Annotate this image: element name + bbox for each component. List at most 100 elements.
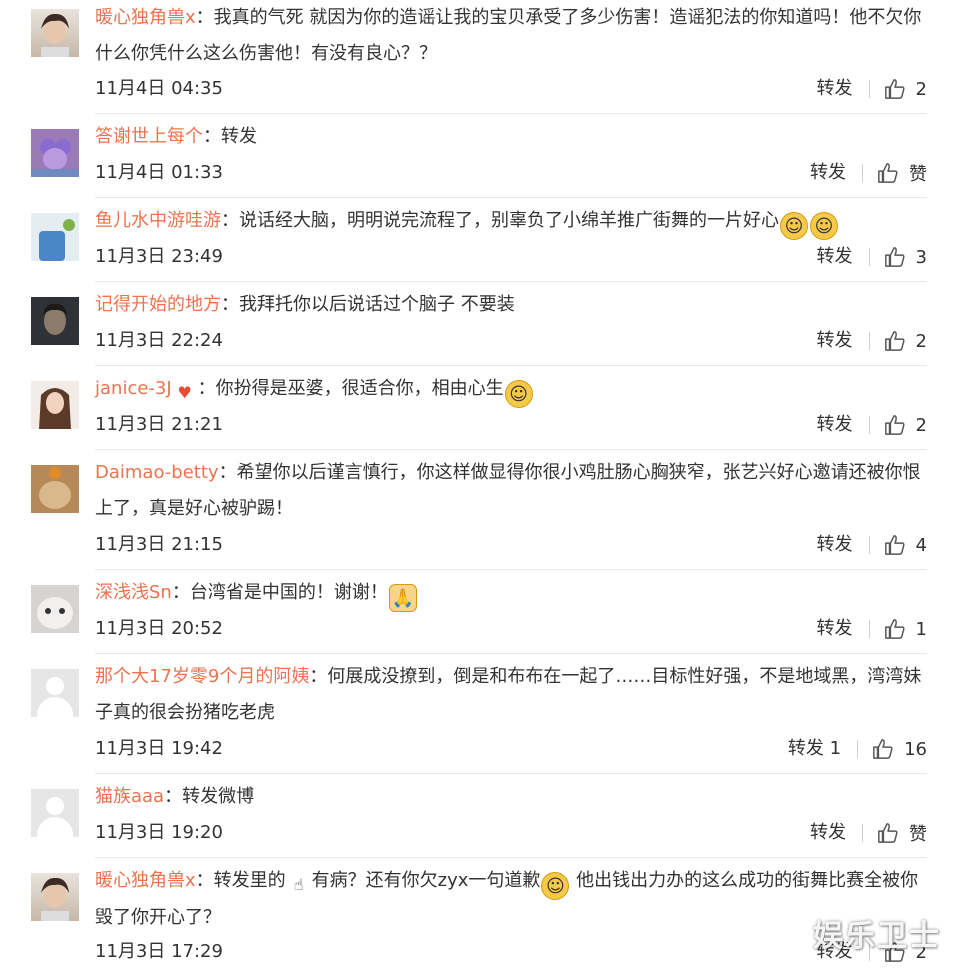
comment-actions: 转发 2: [817, 411, 927, 439]
colon: ：: [171, 582, 190, 603]
username-link[interactable]: janice-3J: [95, 378, 172, 399]
avatar[interactable]: [31, 465, 79, 513]
username-link[interactable]: 猫族aaa: [95, 786, 164, 807]
like-button[interactable]: 16: [872, 738, 927, 760]
action-separator: [868, 332, 870, 350]
like-button[interactable]: 赞: [877, 820, 927, 846]
action-separator: [868, 536, 870, 554]
like-count: 2: [915, 78, 927, 100]
like-button[interactable]: 4: [884, 534, 927, 556]
timestamp: 11月3日 21:15: [95, 534, 223, 555]
username-link[interactable]: 鱼儿水中游哇游: [95, 210, 221, 231]
divider: [95, 365, 927, 366]
timestamp: 11月3日 22:24: [95, 330, 223, 351]
forward-button[interactable]: 转发 1: [788, 735, 841, 763]
username-link[interactable]: 深浅浅Sn: [95, 582, 172, 603]
username-link[interactable]: 记得开始的地方: [95, 294, 221, 315]
heart-hands-icon: ♥: [177, 383, 192, 402]
thumbs-up-icon: [884, 331, 905, 351]
avatar-photo: [39, 388, 71, 429]
comment-text: 答谢世上每个：转发: [95, 119, 930, 155]
forward-button[interactable]: 转发: [817, 531, 853, 559]
avatar[interactable]: [31, 9, 79, 57]
avatar[interactable]: [31, 585, 79, 633]
like-button[interactable]: 2: [884, 414, 927, 436]
smile-emoji: ☺: [810, 212, 838, 240]
like-button[interactable]: 1: [884, 618, 927, 640]
forward-button[interactable]: 转发: [817, 327, 853, 355]
comment-actions: 转发 赞: [810, 159, 927, 187]
pray-emoji: 🙏: [388, 584, 417, 612]
divider: [95, 449, 927, 450]
comment-text: 鱼儿水中游哇游：说话经大脑，明明说完流程了，别辜负了小绵羊推广街舞的一片好心 ☺ ☺: [95, 203, 930, 240]
pointing-hand-emoji: ☝: [293, 875, 304, 894]
timestamp: 11月3日 17:29: [95, 941, 223, 962]
thumbs-up-icon: [884, 619, 905, 639]
like-count: 16: [904, 738, 927, 760]
action-separator: [857, 740, 859, 758]
avatar-default[interactable]: [31, 789, 79, 837]
comment-meta: 11月3日 23:49 转发 3: [95, 243, 927, 271]
thumbs-up-icon: [884, 247, 905, 267]
colon: ：: [203, 126, 221, 147]
comment-text: janice-3J ♥ ：你扮得是巫婆，很适合你，相由心生 ☺: [95, 371, 930, 408]
comment-meta: 11月3日 21:21 转发 2: [95, 411, 927, 439]
like-button[interactable]: 2: [884, 78, 927, 100]
comment-body: 台湾省是中国的！谢谢！: [189, 582, 388, 603]
timestamp: 11月3日 20:52: [95, 618, 223, 639]
avatar[interactable]: [31, 381, 79, 429]
comment-meta: 11月3日 21:15 转发 4: [95, 531, 927, 559]
comment-body: 转发里的: [213, 870, 286, 891]
forward-button[interactable]: 转发: [810, 819, 846, 847]
colon: ：: [218, 462, 237, 483]
forward-button[interactable]: 转发: [817, 75, 853, 103]
avatar-photo: [31, 139, 79, 177]
action-separator: [862, 824, 863, 842]
avatar-photo: [39, 467, 71, 509]
action-separator: [868, 416, 870, 434]
avatar-default[interactable]: [31, 669, 79, 717]
colon: ：: [195, 7, 214, 28]
like-button[interactable]: 2: [884, 330, 927, 352]
comment-body: 我真的气死 就因为你的造谣让我的宝贝承受了多少伤害！造谣犯法的你知道吗！他不欠你…: [95, 7, 922, 64]
like-button[interactable]: 赞: [877, 160, 927, 186]
like-count: 赞: [909, 164, 927, 185]
forward-button[interactable]: 转发: [817, 243, 853, 271]
username-link[interactable]: 答谢世上每个: [95, 126, 203, 147]
comment-body: 你扮得是巫婆，很适合你，相由心生: [215, 378, 504, 399]
divider: [95, 113, 927, 114]
comment-meta: 11月3日 22:24 转发 2: [95, 327, 927, 355]
divider: [95, 773, 927, 774]
comment-text: 那个大17岁零9个月的阿姨：何展成没撩到，倒是和布布在一起了……目标性好强，不是…: [95, 659, 930, 731]
username-link[interactable]: 那个大17岁零9个月的阿姨: [95, 666, 309, 687]
avatar[interactable]: [31, 297, 79, 345]
thumbs-up-icon: [873, 739, 893, 759]
comment-actions: 转发 4: [817, 531, 927, 559]
avatar-photo: [37, 597, 73, 629]
username-link[interactable]: Daimao-betty: [95, 462, 219, 483]
action-separator: [862, 164, 863, 182]
comment-body: 转发微博: [182, 786, 255, 807]
thumbs-up-icon: [878, 823, 898, 843]
colon: ：: [195, 870, 214, 891]
avatar[interactable]: [31, 129, 79, 177]
forward-button[interactable]: 转发: [817, 411, 853, 439]
colon: ：: [221, 294, 239, 315]
like-button[interactable]: 3: [884, 246, 927, 268]
like-count: 2: [915, 414, 927, 436]
username-link[interactable]: 暖心独角兽x: [95, 870, 196, 891]
username-link[interactable]: 暖心独角兽x: [95, 7, 196, 28]
comment-meta: 11月3日 20:52 转发 1: [95, 615, 927, 643]
forward-button[interactable]: 转发: [810, 159, 846, 187]
timestamp: 11月3日 19:42: [95, 738, 223, 759]
avatar[interactable]: [31, 213, 79, 261]
avatar[interactable]: [31, 873, 79, 921]
comment-actions: 转发 3: [817, 243, 927, 271]
forward-button[interactable]: 转发: [817, 615, 853, 643]
comment-actions: 转发 2: [817, 327, 927, 355]
colon: ：: [197, 378, 216, 399]
comment-text: Daimao-betty：希望你以后谨言慎行，你这样做显得你很小鸡肚肠心胸狭窄，…: [95, 455, 930, 527]
comment-text: 深浅浅Sn：台湾省是中国的！谢谢！ 🙏: [95, 575, 930, 612]
smile-emoji: ☺: [541, 872, 570, 900]
like-count: 3: [915, 246, 927, 268]
